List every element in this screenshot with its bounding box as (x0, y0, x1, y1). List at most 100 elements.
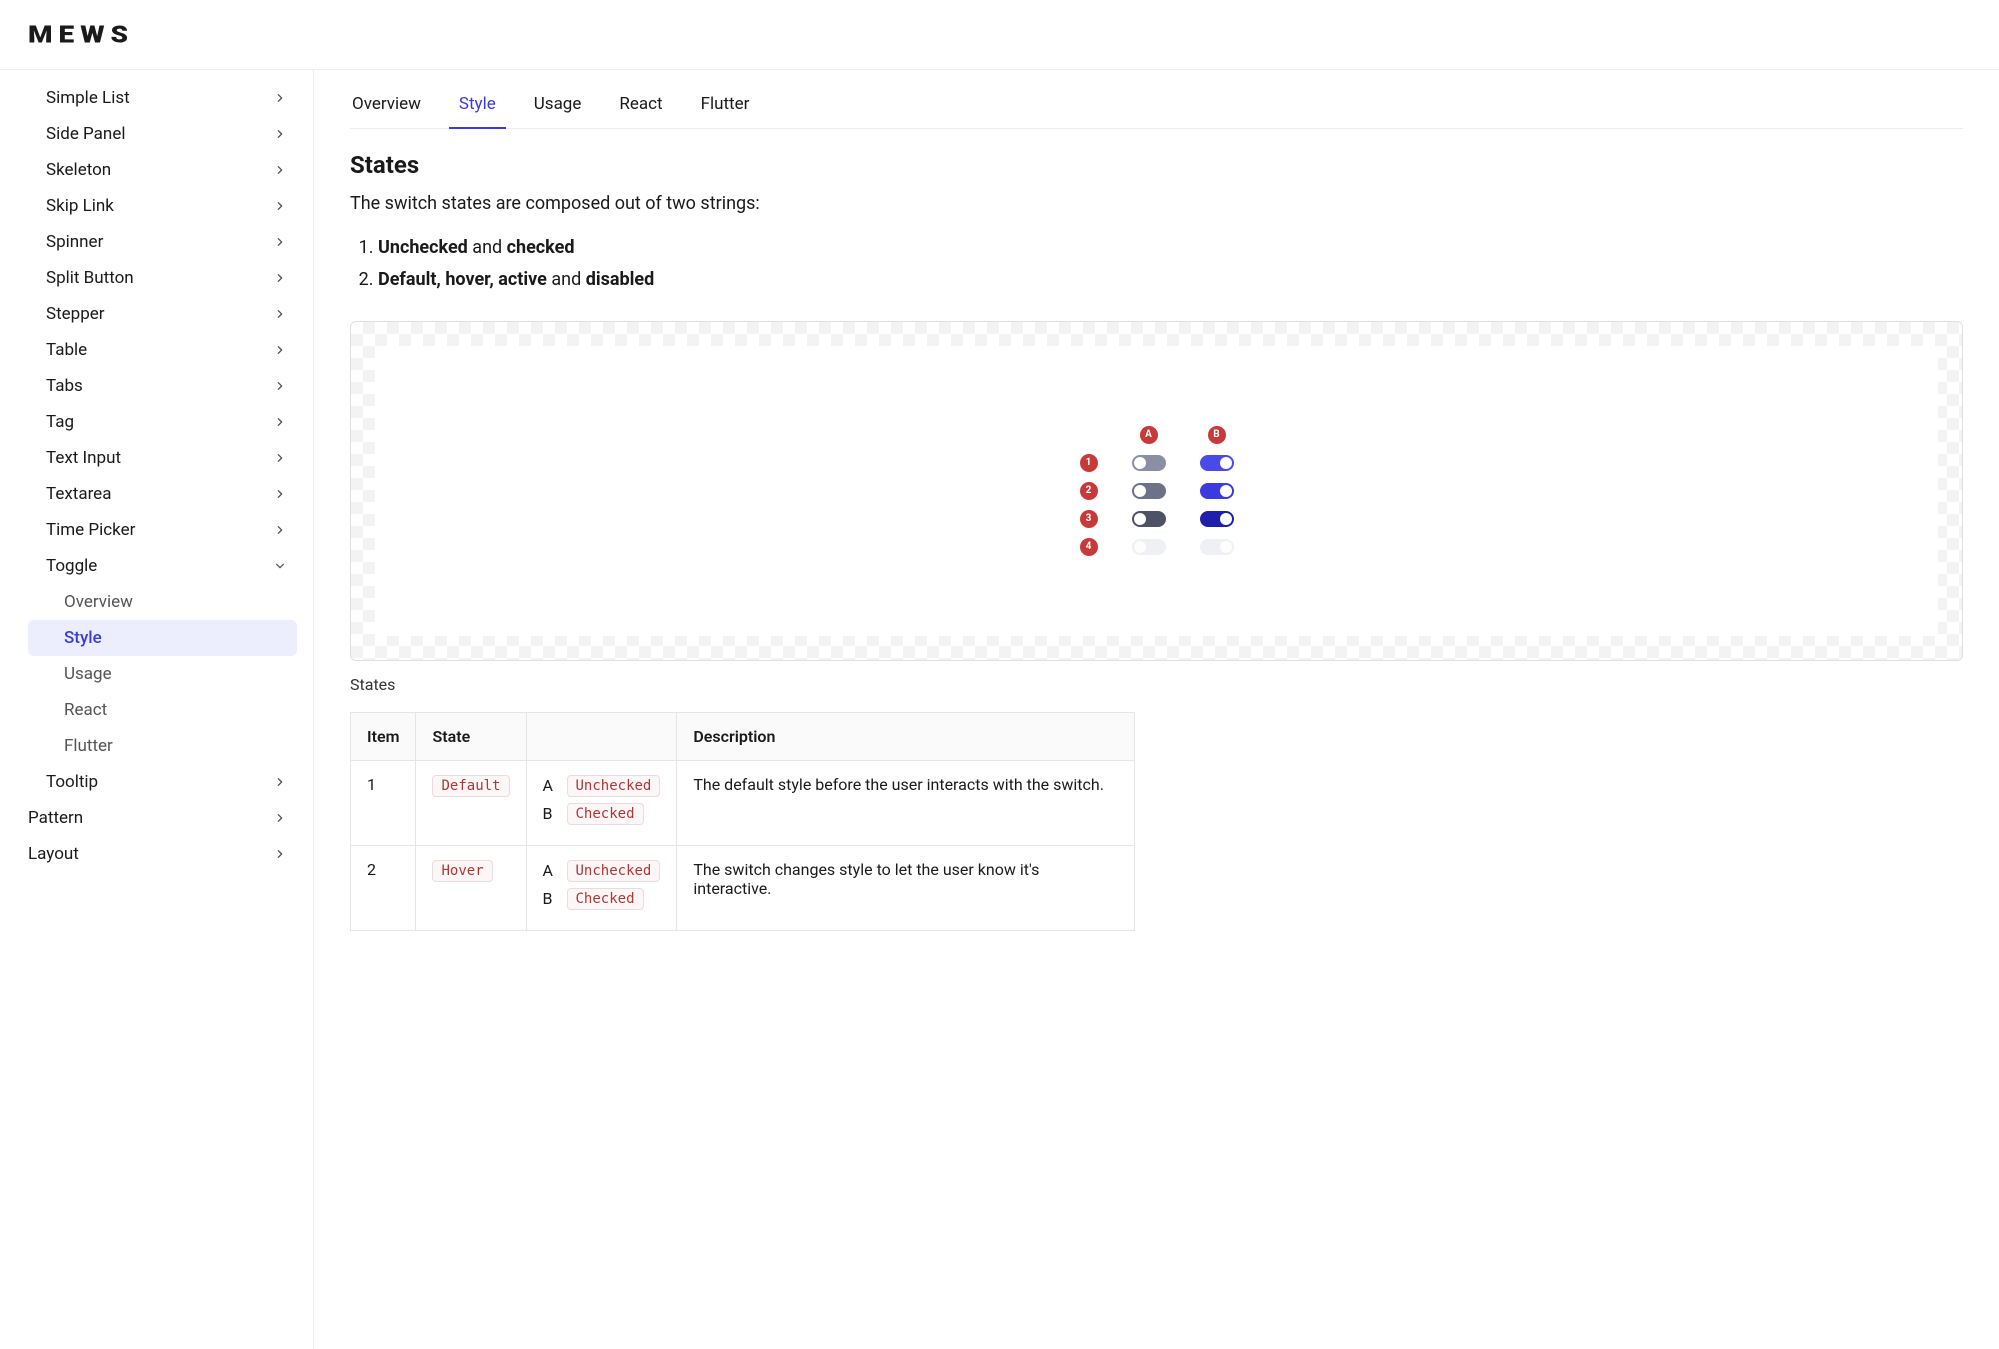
column-badge-b: B (1208, 426, 1226, 444)
sidebar-item-label: Usage (64, 664, 112, 684)
switch-checked-hover (1200, 483, 1234, 499)
sidebar-item-overview[interactable]: Overview (28, 584, 297, 620)
chevron-right-icon (273, 91, 287, 105)
sidebar-item-spinner[interactable]: Spinner (28, 224, 297, 260)
sidebar-item-label: Table (46, 340, 87, 360)
sidebar-item-label: Simple List (46, 88, 130, 108)
sidebar-item-label: Time Picker (46, 520, 135, 540)
tab-style[interactable]: Style (457, 80, 498, 128)
chevron-right-icon (273, 127, 287, 141)
variant-letter: B (543, 889, 557, 908)
chevron-right-icon (273, 343, 287, 357)
row-badge-2: 2 (1080, 482, 1098, 500)
sidebar-item-label: Tooltip (46, 772, 98, 792)
sidebar-item-label: Overview (64, 592, 133, 612)
chevron-right-icon (273, 199, 287, 213)
row-badge-4: 4 (1080, 538, 1098, 556)
th-description: Description (677, 712, 1135, 760)
sidebar-item-label: React (64, 700, 107, 720)
sidebar-item-skip-link[interactable]: Skip Link (28, 188, 297, 224)
switch-grid: A B 1 2 3 4 (1080, 426, 1234, 556)
chevron-right-icon (273, 415, 287, 429)
row-badge-1: 1 (1080, 454, 1098, 472)
chevron-right-icon (273, 847, 287, 861)
sidebar-item-label: Split Button (46, 268, 134, 288)
sidebar-item-style[interactable]: Style (28, 620, 297, 656)
cell-state: Hover (416, 845, 526, 930)
cell-description: The switch changes style to let the user… (677, 845, 1135, 930)
chevron-down-icon (273, 559, 287, 573)
chevron-right-icon (273, 451, 287, 465)
chevron-right-icon (273, 307, 287, 321)
variant-letter: A (543, 861, 557, 880)
cell-variants: A Unchecked BChecked (526, 760, 677, 845)
states-string-1: Unchecked and checked (378, 232, 1963, 264)
chevron-right-icon (273, 523, 287, 537)
sidebar-item-time-picker[interactable]: Time Picker (28, 512, 297, 548)
sidebar-item-tabs[interactable]: Tabs (28, 368, 297, 404)
logo: MEWS (28, 20, 134, 48)
sidebar-item-text-input[interactable]: Text Input (28, 440, 297, 476)
sidebar-item-react[interactable]: React (28, 692, 297, 728)
sidebar-item-pattern[interactable]: Pattern (28, 800, 297, 836)
sidebar-item-skeleton[interactable]: Skeleton (28, 152, 297, 188)
cell-variants: A Unchecked B Checked (526, 845, 677, 930)
sidebar-item-layout[interactable]: Layout (28, 836, 297, 872)
switch-unchecked-hover (1132, 483, 1166, 499)
variant-value: Unchecked (567, 775, 661, 797)
sidebar-item-split-button[interactable]: Split Button (28, 260, 297, 296)
section-title: States (350, 151, 1963, 179)
sidebar-item-tooltip[interactable]: Tooltip (28, 764, 297, 800)
variant-letter: B (543, 804, 557, 823)
sidebar-item-simple-list[interactable]: Simple List (28, 80, 297, 116)
sidebar-item-label: Tabs (46, 376, 83, 396)
sidebar-item-label: Toggle (46, 556, 97, 576)
main-content: Overview Style Usage React Flutter States Th… (314, 70, 1999, 1349)
chevron-right-icon (273, 775, 287, 789)
sidebar-item-tag[interactable]: Tag (28, 404, 297, 440)
sidebar-item-textarea[interactable]: Textarea (28, 476, 297, 512)
sidebar: Simple List Side Panel Skeleton Skip Link Sp… (0, 70, 314, 1349)
column-badge-a: A (1140, 426, 1158, 444)
sidebar-item-label: Tag (46, 412, 74, 432)
state-pill: Default (432, 775, 509, 797)
sidebar-item-label: Side Panel (46, 124, 125, 144)
sidebar-item-label: Style (64, 628, 102, 648)
switch-unchecked-active (1132, 511, 1166, 527)
sidebar-item-stepper[interactable]: Stepper (28, 296, 297, 332)
th-state: State (416, 712, 526, 760)
states-string-2: Default, hover, active and disabled (378, 264, 1963, 296)
sidebar-item-label: Stepper (46, 304, 105, 324)
switch-checked-active (1200, 511, 1234, 527)
sidebar-item-toggle[interactable]: Toggle (28, 548, 297, 584)
sidebar-item-side-panel[interactable]: Side Panel (28, 116, 297, 152)
th-variant (526, 712, 677, 760)
tab-flutter[interactable]: Flutter (699, 80, 752, 128)
cell-item: 1 (351, 760, 416, 845)
sidebar-item-label: Skip Link (46, 196, 114, 216)
sidebar-item-label: Flutter (64, 736, 113, 756)
row-badge-3: 3 (1080, 510, 1098, 528)
switch-checked-disabled (1200, 539, 1234, 555)
table-row: 2HoverAUncheckedBCheckedThe switch chang… (351, 845, 1135, 930)
switch-unchecked-default (1132, 455, 1166, 471)
switch-unchecked-disabled (1132, 539, 1166, 555)
sidebar-item-flutter[interactable]: Flutter (28, 728, 297, 764)
sidebar-item-label: Layout (28, 844, 79, 864)
switch-checked-default (1200, 455, 1234, 471)
chevron-right-icon (273, 379, 287, 393)
states-strings: Unchecked and checked Default, hover, ac… (350, 232, 1963, 297)
variant-value: Checked (567, 888, 644, 910)
tab-react[interactable]: React (617, 80, 664, 128)
sidebar-item-usage[interactable]: Usage (28, 656, 297, 692)
variant-value: Unchecked (567, 860, 661, 882)
cell-state: Default (416, 760, 526, 845)
th-item: Item (351, 712, 416, 760)
sidebar-item-table[interactable]: Table (28, 332, 297, 368)
tab-usage[interactable]: Usage (532, 80, 584, 128)
table-row: 1DefaultAUncheckedBCheckedThe default st… (351, 760, 1135, 845)
variant-letter: A (543, 776, 557, 795)
tab-overview[interactable]: Overview (350, 80, 423, 128)
sidebar-item-label: Text Input (46, 448, 121, 468)
variant-line: BChecked (543, 803, 661, 825)
